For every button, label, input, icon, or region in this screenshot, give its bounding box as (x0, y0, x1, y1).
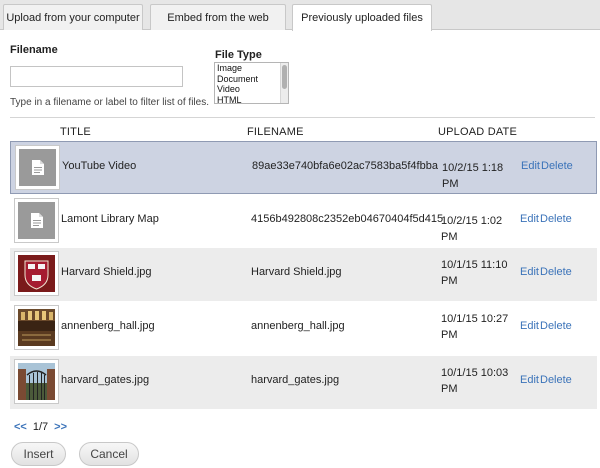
harvard-shield-thumbnail (18, 255, 55, 292)
filename-filter-label: Filename (10, 44, 58, 56)
table-row[interactable]: annenberg_hall.jpg annenberg_hall.jpg 10… (10, 302, 597, 355)
edit-link[interactable]: Edit (520, 374, 539, 386)
file-thumbnail (14, 251, 59, 296)
delete-link[interactable]: Delete (540, 266, 572, 278)
file-title: Harvard Shield.jpg (61, 266, 152, 278)
upload-date: 10/2/15 1:02 PM (441, 215, 503, 243)
column-header-upload-date: UPLOAD DATE (438, 126, 518, 138)
upload-date: 10/2/15 1:18 PM (442, 162, 504, 190)
annenberg-hall-thumbnail (18, 309, 55, 346)
file-title: YouTube Video (62, 160, 137, 172)
file-type-option-image[interactable]: Image (215, 63, 288, 74)
upload-date: 10/1/15 11:10 PM (441, 259, 508, 287)
table-row[interactable]: Lamont Library Map 4156b492808c2352eb046… (10, 195, 597, 248)
delete-link[interactable]: Delete (541, 160, 573, 172)
filter-divider (10, 117, 595, 118)
file-type-option-document[interactable]: Document (215, 74, 288, 85)
file-thumbnail (15, 145, 60, 190)
file-type-listbox[interactable]: Image Document Video HTML (214, 62, 289, 104)
upload-date: 10/1/15 10:27 PM (441, 313, 509, 341)
tab-upload-from-computer[interactable]: Upload from your computer (3, 4, 143, 30)
edit-link[interactable]: Edit (520, 213, 539, 225)
harvard-gates-thumbnail (18, 363, 55, 400)
pager-page-indicator: 1/7 (32, 421, 49, 433)
column-header-filename: FILENAME (247, 126, 304, 138)
file-type-label: File Type (215, 49, 262, 61)
edit-link[interactable]: Edit (521, 160, 540, 172)
table-row[interactable]: harvard_gates.jpg harvard_gates.jpg 10/1… (10, 356, 597, 409)
tab-bar: Upload from your computer Embed from the… (0, 0, 600, 31)
file-thumbnail (14, 305, 59, 350)
edit-link[interactable]: Edit (520, 266, 539, 278)
pager-next-link[interactable]: >> (54, 421, 67, 433)
pager-prev-link[interactable]: << (14, 421, 27, 433)
upload-date: 10/1/15 10:03 PM (441, 367, 509, 395)
file-type-scrollbar-thumb[interactable] (282, 65, 287, 89)
file-title: annenberg_hall.jpg (61, 320, 155, 332)
insert-button[interactable]: Insert (11, 442, 66, 466)
table-row[interactable]: Harvard Shield.jpg Harvard Shield.jpg 10… (10, 248, 597, 301)
tab-embed-from-web[interactable]: Embed from the web (150, 4, 286, 30)
document-icon (19, 149, 56, 186)
file-type-option-html[interactable]: HTML (215, 95, 288, 104)
delete-link[interactable]: Delete (540, 374, 572, 386)
file-name: 4156b492808c2352eb04670404f5d415 (251, 213, 444, 225)
file-type-option-video[interactable]: Video (215, 84, 288, 95)
tab-previously-uploaded[interactable]: Previously uploaded files (292, 4, 432, 31)
file-title: Lamont Library Map (61, 213, 159, 225)
filename-filter-input[interactable] (10, 66, 183, 87)
cancel-button[interactable]: Cancel (79, 442, 139, 466)
document-icon (18, 202, 55, 239)
file-name: Harvard Shield.jpg (251, 266, 342, 278)
table-row[interactable]: YouTube Video 89ae33e740bfa6e02ac7583ba5… (10, 141, 597, 194)
file-thumbnail (14, 198, 59, 243)
filename-filter-help: Type in a filename or label to filter li… (10, 97, 209, 108)
delete-link[interactable]: Delete (540, 320, 572, 332)
file-name: annenberg_hall.jpg (251, 320, 345, 332)
file-thumbnail (14, 359, 59, 404)
file-title: harvard_gates.jpg (61, 374, 150, 386)
pager: << 1/7 >> (14, 421, 67, 433)
edit-link[interactable]: Edit (520, 320, 539, 332)
file-name: 89ae33e740bfa6e02ac7583ba5f4fbba (252, 160, 438, 172)
file-type-scrollbar[interactable] (280, 63, 288, 103)
column-header-title: TITLE (60, 126, 91, 138)
delete-link[interactable]: Delete (540, 213, 572, 225)
file-name: harvard_gates.jpg (251, 374, 340, 386)
